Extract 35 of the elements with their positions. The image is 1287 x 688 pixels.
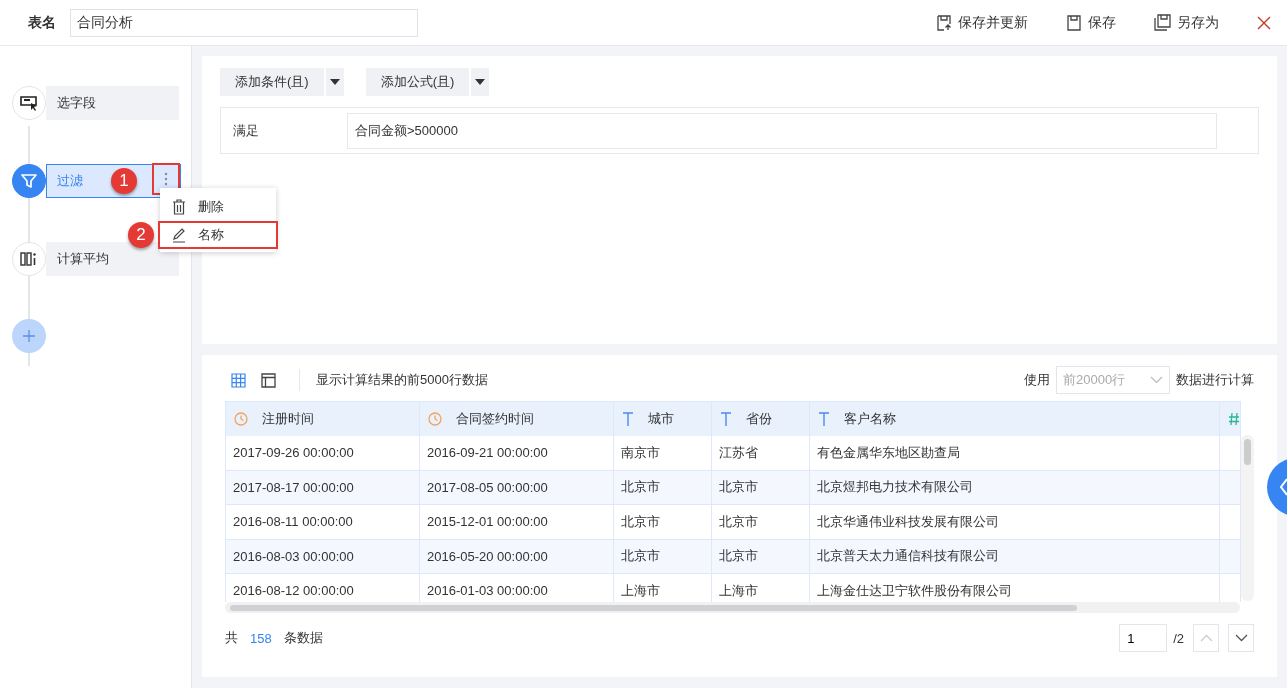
- table-cell: 有色金属华东地区勘查局: [810, 436, 1220, 470]
- table-cell: 北京普天太力通信科技有限公司: [810, 539, 1220, 573]
- table-cell: 北京煜邦电力技术有限公司: [810, 470, 1220, 504]
- use-label: 使用: [1024, 371, 1050, 389]
- table-name-label: 表名: [28, 13, 56, 32]
- callout-number: 2: [128, 222, 154, 248]
- column-title: 合同签约时间: [456, 410, 534, 428]
- table-cell: 2016-08-03 00:00:00: [226, 539, 420, 573]
- table-cell: 2017-08-17 00:00:00: [226, 470, 420, 504]
- table-cell: 北京市: [712, 470, 810, 504]
- column-title: 城市: [648, 410, 674, 428]
- column-title: 省份: [746, 410, 772, 428]
- table-cell: 北京市: [712, 539, 810, 573]
- condition-label: 满足: [233, 121, 260, 140]
- row-count: 158: [250, 630, 272, 646]
- table-cell: 2016-09-21 00:00:00: [420, 436, 614, 470]
- total-suffix: 条数据: [283, 629, 323, 647]
- calc-suffix-label: 数据进行计算: [1176, 371, 1254, 389]
- table-cell: 北京市: [712, 505, 810, 539]
- preview-note: 显示计算结果的前5000行数据: [316, 371, 488, 389]
- table-cell: 南京市: [614, 436, 712, 470]
- table-cell: 2016-05-20 00:00:00: [420, 539, 614, 573]
- table-cell: 2016-08-11 00:00:00: [226, 505, 420, 539]
- table-cell: 北京华通伟业科技发展有限公司: [810, 505, 1220, 539]
- table-cell: 北京市: [614, 505, 712, 539]
- column-title: 客户名称: [844, 410, 896, 428]
- table-cell: 北京市: [614, 539, 712, 573]
- table-cell: 2017-08-05 00:00:00: [420, 470, 614, 504]
- column-title: 注册时间: [262, 410, 314, 428]
- table-cell: 北京市: [614, 470, 712, 504]
- table-cell: 2017-09-26 00:00:00: [226, 436, 420, 470]
- total-label: 共: [225, 629, 238, 647]
- page-total: /2: [1173, 630, 1184, 646]
- table-cell: 江苏省: [712, 436, 810, 470]
- table-cell: 2015-12-01 00:00:00: [420, 505, 614, 539]
